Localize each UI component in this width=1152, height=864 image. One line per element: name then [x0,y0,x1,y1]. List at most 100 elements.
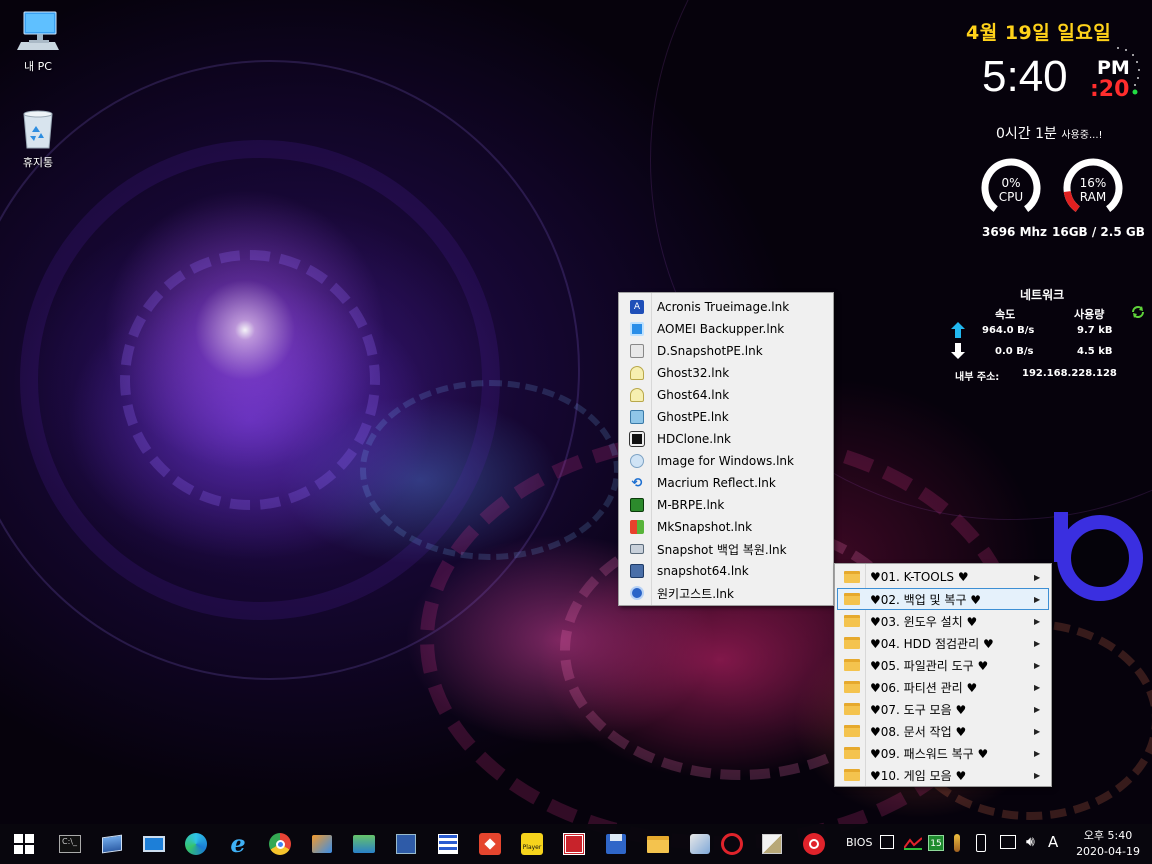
ring-icon [721,833,743,855]
folder-icon [844,571,860,583]
menu-item-windows-install[interactable]: ♥03. 윈도우 설치 ♥ ▶ [837,610,1049,632]
submenu-item[interactable]: ⟲ Macrium Reflect.lnk [621,472,831,494]
uptime-widget: 0시간 1분 사용중...! [996,123,1103,143]
save-app-button[interactable] [604,832,628,856]
puzzle-icon [690,834,710,854]
editor-button[interactable] [394,832,418,856]
submenu-item[interactable]: Snapshot 백업 복원.lnk [621,538,831,560]
notepad-icon [396,834,416,854]
submenu-item[interactable]: D.SnapshotPE.lnk [621,340,831,362]
edge-button[interactable] [184,832,208,856]
desktop-icon-my-pc[interactable]: 내 PC [3,10,73,74]
ring-app-button[interactable] [720,832,744,856]
cpu-gauge-label: 0% CPU [980,176,1042,204]
power-button[interactable] [802,832,826,856]
internet-explorer-icon: e [230,829,246,858]
network-app-button[interactable] [352,832,376,856]
desktop-icon-recycle-bin[interactable]: 휴지통 [3,108,73,170]
submenu-item[interactable]: GhostPE.lnk [621,406,831,428]
ime-indicator[interactable]: A [1048,833,1058,851]
chevron-right-icon: ▶ [1034,682,1041,692]
mbrpe-icon [630,498,644,512]
submenu-item[interactable]: Ghost64.lnk [621,384,831,406]
submenu-item[interactable]: Image for Windows.lnk [621,450,831,472]
lan-tray-icon[interactable] [1000,835,1016,849]
onekey-ghost-icon [630,586,644,600]
menu-item-password[interactable]: ♥09. 패스워드 복구 ♥ ▶ [837,742,1049,764]
usb-tray-icon[interactable] [976,834,986,852]
chrome-icon [269,833,291,855]
ram-gauge-label: 16% RAM [1062,176,1124,204]
monitor-icon [143,836,165,852]
menu-item-tools[interactable]: ♥07. 도구 모음 ♥ ▶ [837,698,1049,720]
submenu-item[interactable]: MkSnapshot.lnk [621,516,831,538]
submenu-item[interactable]: 원키고스트.lnk [621,582,831,604]
folder-icon [844,725,860,737]
explorer-button[interactable] [100,832,124,856]
bios-tray-item[interactable]: BIOS [846,836,872,849]
acronis-icon: A [630,300,644,314]
folder-icon [844,615,860,627]
folder-icon [844,637,860,649]
edge-icon [185,833,207,855]
desktop-icon-label: 내 PC [24,60,52,73]
menu-item-hdd[interactable]: ♥04. HDD 점검관리 ♥ ▶ [837,632,1049,654]
folder-icon [844,747,860,759]
taskbar-clock[interactable]: 오후 5:40 2020-04-19 [1076,828,1140,860]
ie-button[interactable]: e [226,832,250,856]
menu-item-backup[interactable]: ♥02. 백업 및 복구 ♥ ▶ [837,588,1049,610]
upload-arrow-icon [951,322,965,338]
menu-item-documents[interactable]: ♥08. 문서 작업 ♥ ▶ [837,720,1049,742]
recycle-bin-icon [23,110,53,149]
submenu-item[interactable]: AOMEI Backupper.lnk [621,318,831,340]
network-tray-icon[interactable] [880,835,894,849]
menu-item-file-tools[interactable]: ♥05. 파일관리 도구 ♥ ▶ [837,654,1049,676]
start-button[interactable] [12,832,36,856]
menu-item-games[interactable]: ♥10. 게임 모음 ♥ ▶ [837,764,1049,786]
grid-app-button[interactable] [436,832,460,856]
cmd-button[interactable]: C:\_ [58,832,82,856]
logo-icon [1054,512,1143,601]
chevron-right-icon: ▶ [1034,770,1041,780]
taskbar: C:\_ e Player BIOS 15 🔊︎ A 오후 5:40 2020-… [0,824,1152,864]
menu-item-k-tools[interactable]: ♥01. K-TOOLS ♥ ▶ [837,566,1049,588]
submenu-item[interactable]: HDClone.lnk [621,428,831,450]
chevron-right-icon: ▶ [1034,748,1041,758]
power-icon [803,833,825,855]
image-app-button[interactable] [760,832,784,856]
chrome-button[interactable] [268,832,292,856]
ram-name: RAM [1079,190,1107,204]
chevron-right-icon: ▶ [1034,704,1041,714]
menu-item-partition[interactable]: ♥06. 파티션 관리 ♥ ▶ [837,676,1049,698]
badge-tray-icon[interactable]: 15 [928,835,944,851]
time-widget: 5:40 [982,52,1068,101]
folder-icon [844,659,860,671]
submenu-item[interactable]: snapshot64.lnk [621,560,831,582]
image-tool-icon [762,834,782,854]
puzzle-app-button[interactable] [688,832,712,856]
clock-time: 오후 5:40 [1083,829,1133,842]
frame-icon [563,833,585,855]
refresh-icon[interactable] [1131,305,1145,319]
app-button[interactable] [310,832,334,856]
frame-app-button[interactable] [562,832,586,856]
graph-tray-icon[interactable] [903,836,923,853]
submenu-item[interactable]: M-BRPE.lnk [621,494,831,516]
monitor-button[interactable] [142,832,166,856]
windows-flag-icon [630,520,644,534]
folder-icon [844,593,860,605]
main-context-menu: ♥01. K-TOOLS ♥ ▶ ♥02. 백업 및 복구 ♥ ▶ ♥03. 윈… [834,563,1052,787]
file-explorer-button[interactable] [646,832,670,856]
cpu-frequency: 3696 Mhz [982,225,1048,239]
terminal-icon: C:\_ [59,835,81,853]
anydesk-button[interactable] [478,832,502,856]
potplayer-button[interactable]: Player [520,832,544,856]
submenu-item[interactable]: Ghost32.lnk [621,362,831,384]
submenu-item[interactable]: A Acronis Trueimage.lnk [621,296,831,318]
volume-icon[interactable]: 🔊︎ [1026,834,1035,850]
computer-icon [17,11,59,50]
network-title: 네트워크 [1020,288,1065,302]
chevron-right-icon: ▶ [1034,572,1041,582]
date-widget: 4월 19일 일요일 [966,22,1112,44]
brush-tray-icon[interactable] [954,834,960,852]
